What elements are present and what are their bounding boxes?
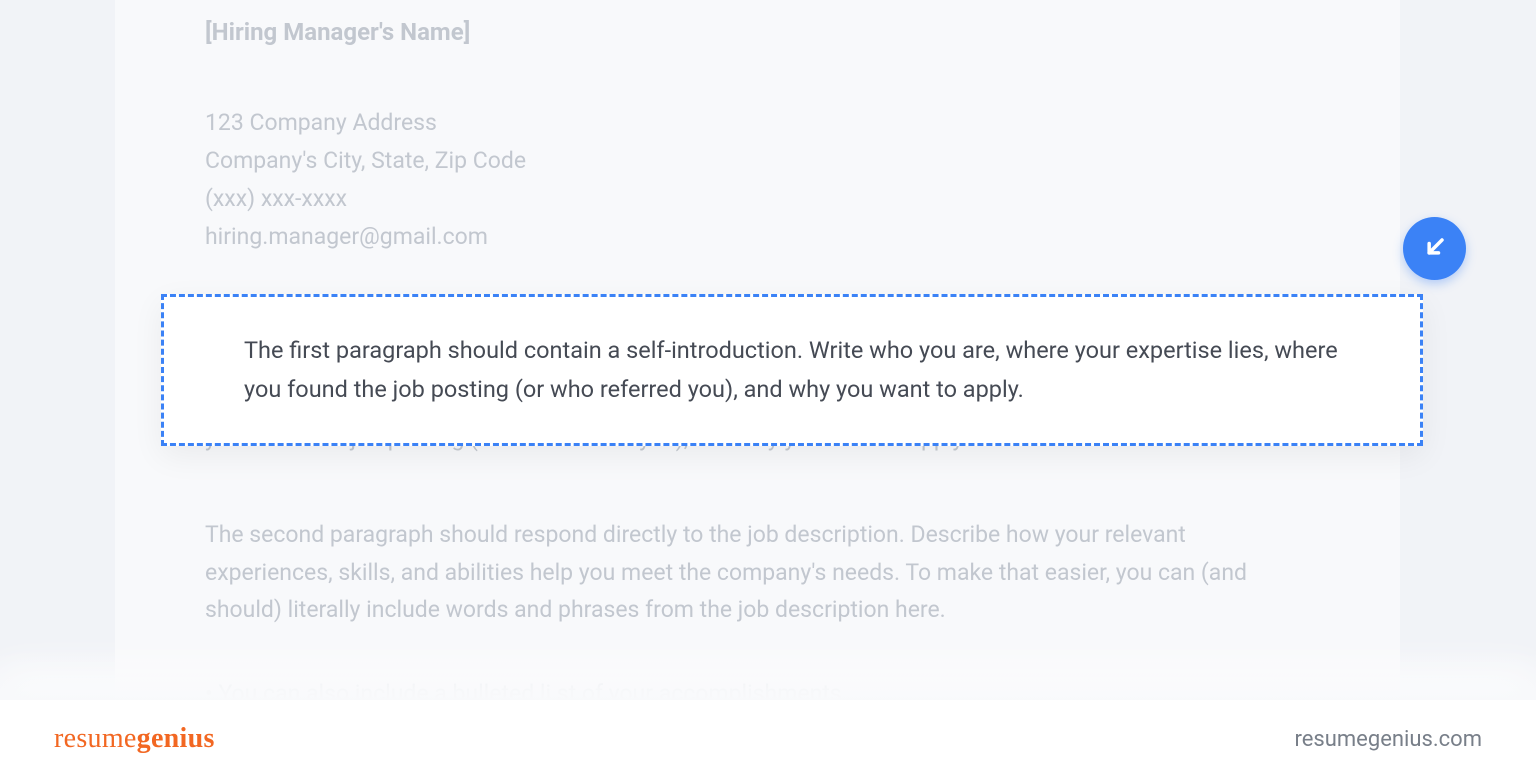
domain-text: resumegenius.com [1294, 727, 1482, 752]
paragraph-2: The second paragraph should respond dire… [205, 516, 1310, 630]
footer: resumegenius resumegenius.com [0, 700, 1536, 778]
address-line-2: Company's City, State, Zip Code [205, 142, 1310, 180]
logo-text-light: resume [54, 723, 137, 754]
callout-text: The first paragraph should contain a sel… [244, 336, 1338, 403]
bullet-list: • You can also include a bulleted li st … [205, 675, 1310, 700]
bullet-1: • You can also include a bulleted li st … [205, 675, 1310, 700]
logo-text-bold: genius [137, 723, 215, 754]
collapse-button[interactable] [1403, 217, 1466, 280]
address-block: 123 Company Address Company's City, Stat… [205, 104, 1310, 256]
phone: (xxx) xxx-xxxx [205, 180, 1310, 218]
highlight-callout: The first paragraph should contain a sel… [161, 294, 1423, 446]
hiring-manager-name: [Hiring Manager's Name] [205, 18, 1310, 46]
address-line-1: 123 Company Address [205, 104, 1310, 142]
email: hiring.manager@gmail.com [205, 218, 1310, 256]
logo: resumegenius [54, 723, 215, 755]
arrow-down-left-icon [1421, 233, 1449, 265]
